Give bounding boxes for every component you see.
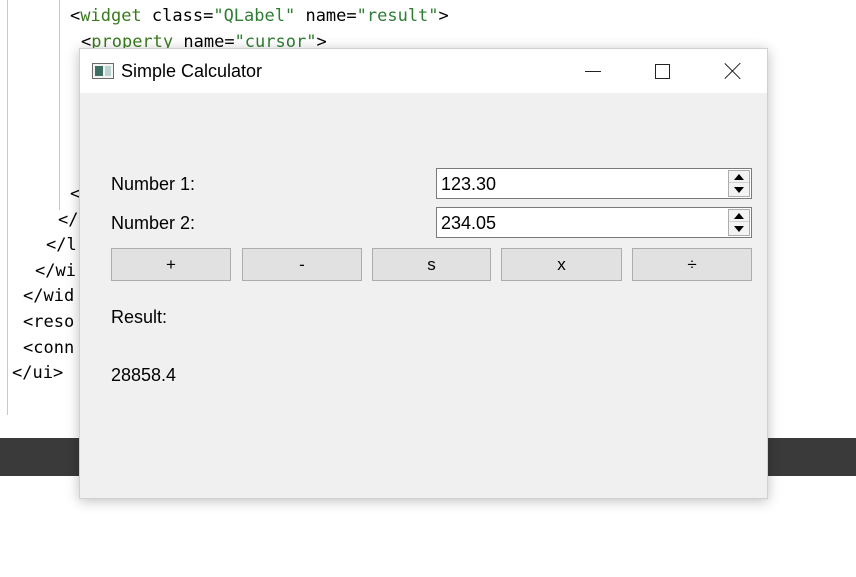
app-window-icon <box>92 63 114 79</box>
minimize-icon <box>585 70 601 72</box>
arrow-up-icon <box>734 173 744 180</box>
close-icon <box>724 62 742 80</box>
arrow-down-icon <box>734 226 744 232</box>
code-line: </wi <box>35 261 76 281</box>
result-label: Result: <box>111 307 168 327</box>
number2-spinbox[interactable]: 234.05 <box>436 207 752 238</box>
multiply-button[interactable]: x <box>501 248 622 281</box>
code-line: <conn <box>23 338 75 358</box>
code-line: <reso <box>23 312 75 332</box>
window-title: Simple Calculator <box>121 61 263 81</box>
s-button[interactable]: s <box>372 248 491 281</box>
calculator-window: Simple Calculator Number 1: 123.30 Numbe… <box>79 48 768 499</box>
number1-value: 123.30 <box>441 174 497 194</box>
maximize-button[interactable] <box>639 49 685 93</box>
result-value: 28858.4 <box>111 365 177 385</box>
code-line: </wid <box>23 286 75 306</box>
subtract-button[interactable]: - <box>242 248 362 281</box>
arrow-up-icon <box>734 212 744 219</box>
number2-label: Number 2: <box>111 213 196 233</box>
arrow-down-icon <box>734 187 744 193</box>
number1-label: Number 1: <box>111 174 196 194</box>
number1-increment-button[interactable] <box>729 171 749 183</box>
code-line: <widget class="QLabel" name="result"> <box>70 6 449 26</box>
divide-button[interactable]: ÷ <box>632 248 752 281</box>
number1-spinbox[interactable]: 123.30 <box>436 168 752 199</box>
close-button[interactable] <box>710 49 756 93</box>
maximize-icon <box>654 63 670 79</box>
indent-guide <box>7 0 8 415</box>
number2-increment-button[interactable] <box>729 210 749 222</box>
code-line: </ <box>58 210 79 230</box>
add-button[interactable]: + <box>111 248 231 281</box>
indent-guide <box>59 0 60 210</box>
number2-decrement-button[interactable] <box>729 223 749 235</box>
number1-decrement-button[interactable] <box>729 184 749 196</box>
number2-value: 234.05 <box>441 213 497 233</box>
code-line: </ui> <box>12 363 64 383</box>
minimize-button[interactable] <box>570 49 616 93</box>
title-bar[interactable]: Simple Calculator <box>80 49 767 93</box>
code-line: </l <box>46 235 77 255</box>
